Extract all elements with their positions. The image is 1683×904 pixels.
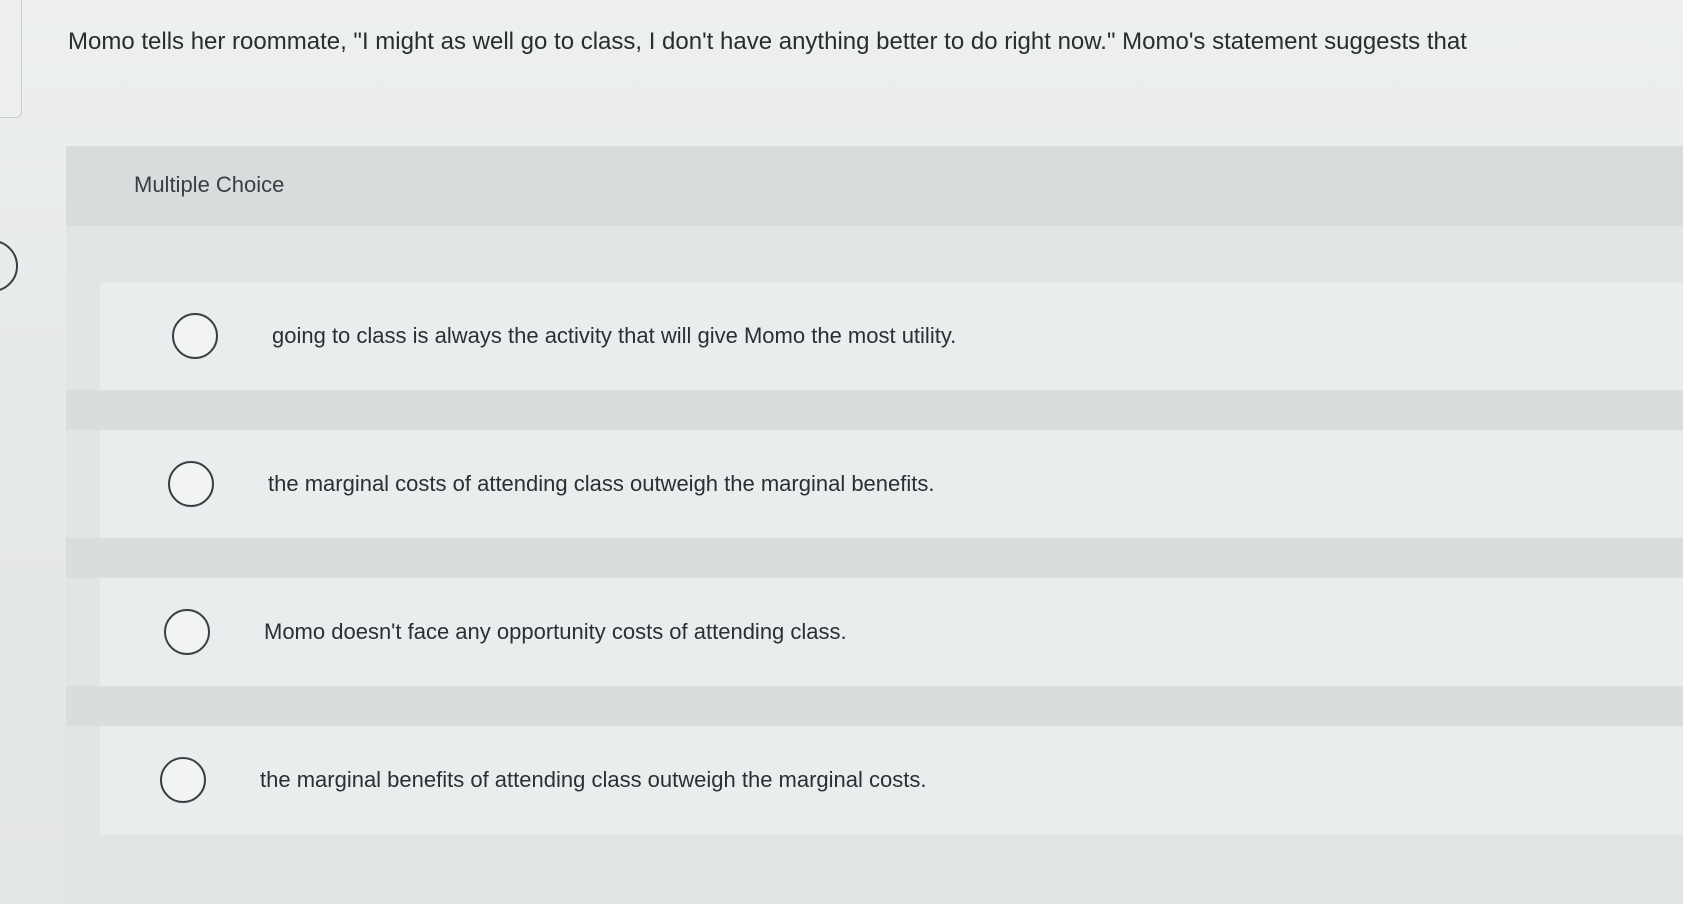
answer-option-label: the marginal costs of attending class ou… bbox=[268, 471, 935, 496]
divider bbox=[66, 686, 1683, 726]
radio-button[interactable] bbox=[168, 461, 214, 507]
answer-option-4[interactable]: the marginal benefits of attending class… bbox=[100, 726, 1683, 834]
answer-option-label: going to class is always the activity th… bbox=[272, 323, 957, 348]
radio-button[interactable] bbox=[172, 313, 218, 359]
left-edge-panel bbox=[0, 0, 22, 118]
quiz-screen: Momo tells her roommate, "I might as wel… bbox=[0, 0, 1683, 904]
answer-option-label: Momo doesn't face any opportunity costs … bbox=[264, 619, 847, 644]
radio-button[interactable] bbox=[164, 609, 210, 655]
answer-option-1[interactable]: going to class is always the activity th… bbox=[100, 282, 1683, 390]
multiple-choice-title: Multiple Choice bbox=[134, 172, 285, 197]
radio-button[interactable] bbox=[160, 757, 206, 803]
answer-option-label: the marginal benefits of attending class… bbox=[260, 767, 927, 792]
question-text: Momo tells her roommate, "I might as wel… bbox=[68, 28, 1467, 55]
answer-option-3[interactable]: Momo doesn't face any opportunity costs … bbox=[100, 578, 1683, 686]
answer-option-2[interactable]: the marginal costs of attending class ou… bbox=[100, 430, 1683, 538]
multiple-choice-header: Multiple Choice bbox=[66, 146, 1683, 226]
divider bbox=[66, 390, 1683, 430]
side-collapse-tab[interactable] bbox=[0, 240, 18, 292]
divider bbox=[66, 538, 1683, 578]
multiple-choice-panel: Multiple Choice going to class is always… bbox=[66, 146, 1683, 904]
